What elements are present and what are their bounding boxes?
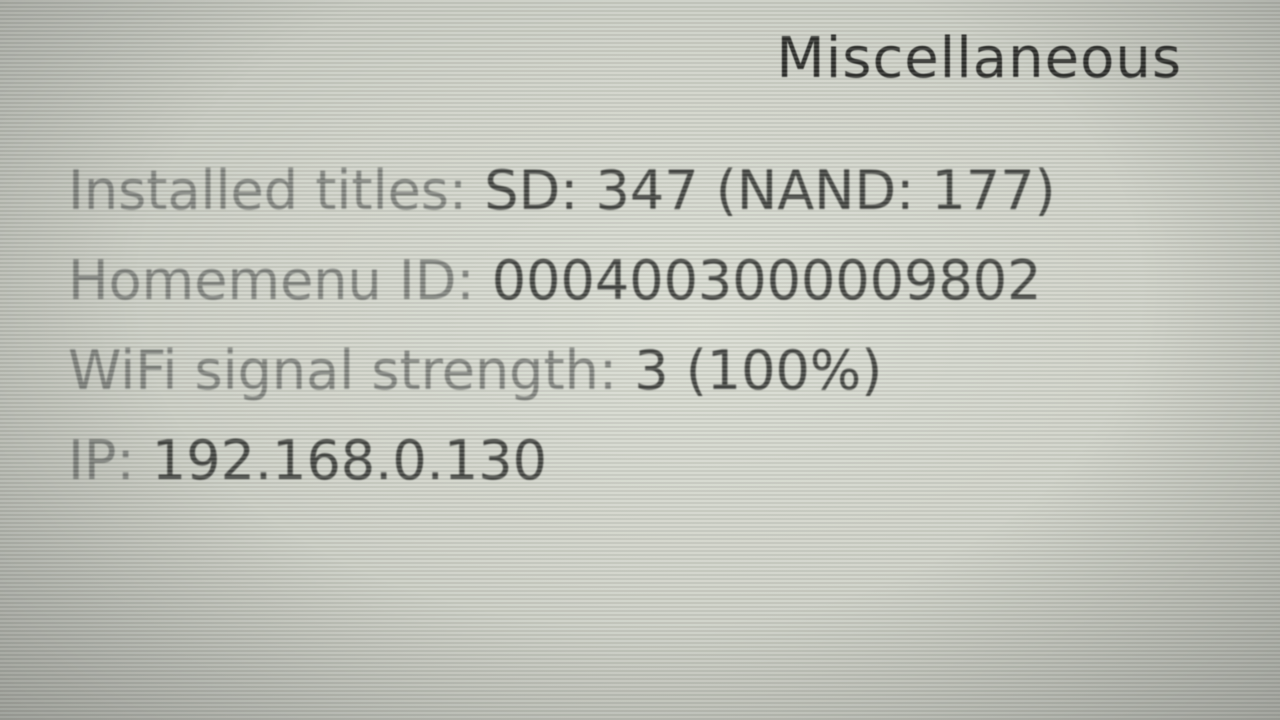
ip-value: 192.168.0.130 bbox=[151, 429, 547, 492]
installed-titles-row: Installed titles: SD: 347 (NAND: 177) bbox=[68, 152, 1188, 242]
installed-titles-label: Installed titles: bbox=[68, 159, 468, 222]
installed-titles-value: SD: 347 (NAND: 177) bbox=[484, 159, 1056, 222]
wifi-signal-label: WiFi signal strength: bbox=[68, 339, 618, 402]
ip-label: IP: bbox=[68, 429, 135, 492]
homemenu-id-label: Homemenu ID: bbox=[68, 249, 475, 312]
homemenu-id-value: 0004003000009802 bbox=[491, 249, 1042, 312]
info-list: Installed titles: SD: 347 (NAND: 177) Ho… bbox=[68, 152, 1188, 512]
wifi-signal-value: 3 (100%) bbox=[634, 339, 883, 402]
misc-info-screen: Miscellaneous Installed titles: SD: 347 … bbox=[0, 0, 1280, 720]
wifi-signal-row: WiFi signal strength: 3 (100%) bbox=[68, 332, 1188, 422]
homemenu-id-row: Homemenu ID: 0004003000009802 bbox=[68, 242, 1188, 332]
page-title: Miscellaneous bbox=[776, 26, 1182, 91]
ip-address-row: IP: 192.168.0.130 bbox=[68, 422, 1188, 512]
